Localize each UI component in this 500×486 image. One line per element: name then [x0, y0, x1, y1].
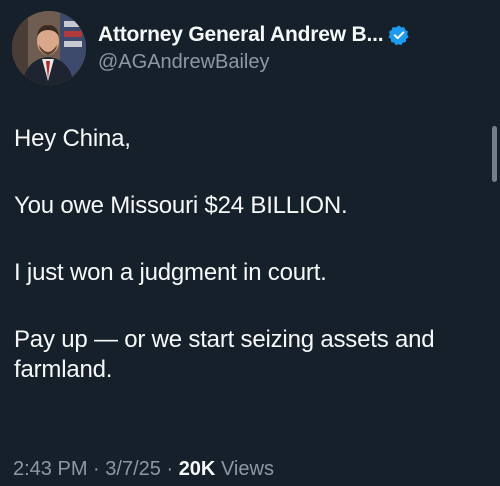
tweet-text: Hey China, You owe Missouri $24 BILLION.… [14, 124, 474, 422]
tweet-paragraph: I just won a judgment in court. [14, 259, 327, 286]
tweet-paragraph: You owe Missouri $24 BILLION. [14, 192, 348, 219]
meta-separator: · [93, 458, 100, 480]
display-name[interactable]: Attorney General Andrew B... [98, 23, 384, 47]
meta-separator: · [166, 458, 174, 480]
author-info: Attorney General Andrew B... @AGAndrewBa… [98, 23, 410, 74]
tweet-header: Attorney General Andrew B... @AGAndrewBa… [12, 8, 480, 88]
tweet-time[interactable]: 2:43 PM [13, 458, 87, 480]
tweet-paragraph: Pay up — or we start seizing assets and … [14, 326, 435, 383]
verified-badge-icon [388, 25, 409, 45]
tweet-paragraph: Hey China, [14, 125, 131, 152]
avatar-image [12, 11, 86, 85]
name-row: Attorney General Andrew B... [98, 23, 410, 47]
tweet-meta: 2:43 PM · 3/7/25 · 20K Views [13, 458, 274, 481]
tweet-date[interactable]: 3/7/25 [105, 458, 161, 480]
handle[interactable]: @AGAndrewBailey [98, 51, 410, 74]
avatar[interactable] [12, 11, 86, 85]
scrollbar[interactable] [492, 126, 497, 182]
views-count: 20K [178, 458, 216, 480]
views-label: Views [220, 458, 274, 480]
